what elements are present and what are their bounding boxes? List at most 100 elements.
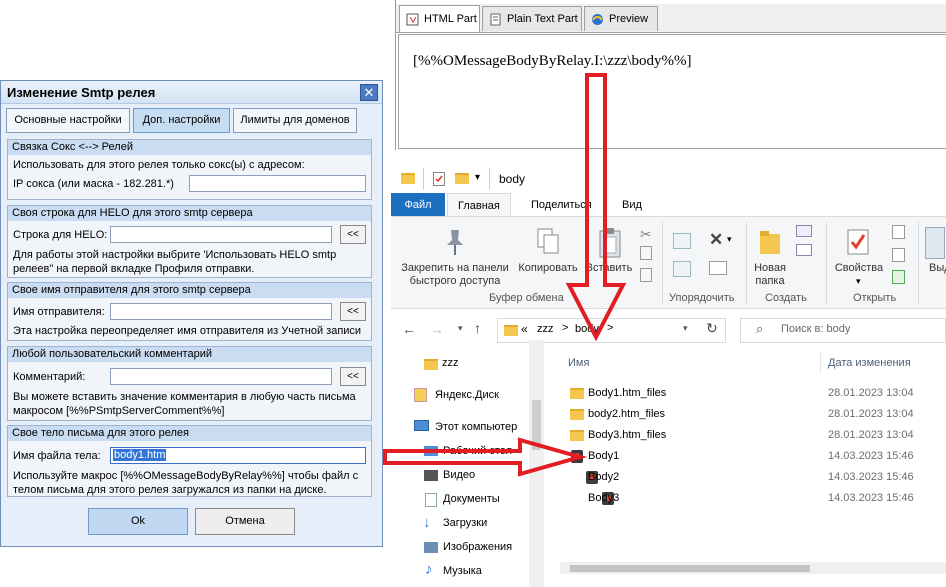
folder-icon — [570, 409, 584, 420]
tab-domain-limits[interactable]: Лимиты для доменов — [233, 108, 357, 133]
new-folder-qat-icon[interactable] — [455, 173, 469, 184]
tab-basic-settings[interactable]: Основные настройки — [6, 108, 130, 133]
nav-item-this-pc[interactable]: Этот компьютер — [435, 421, 517, 433]
address-dropdown-icon[interactable]: ▾ — [683, 323, 688, 334]
breadcrumb-zzz[interactable]: zzz — [537, 323, 554, 335]
move-to-icon[interactable] — [673, 233, 691, 249]
pin-button[interactable]: Закрепить на панели быстрого доступа — [396, 262, 514, 288]
file-name[interactable]: body2.htm_files — [588, 408, 665, 420]
select-button[interactable]: Выд — [929, 262, 946, 275]
refresh-icon[interactable]: ↻ — [706, 320, 718, 337]
tab-preview[interactable]: Preview — [584, 6, 658, 31]
cancel-button[interactable]: Отмена — [195, 508, 295, 535]
helo-hint-line1: Для работы этой настройки выбрите 'Испол… — [13, 249, 337, 261]
paste-button[interactable]: Вставить — [583, 262, 635, 275]
socks-label: IP сокса (или маска - 182.281.*) — [13, 178, 174, 190]
nav-item-downloads[interactable]: Загрузки — [443, 517, 487, 529]
tab-html-part[interactable]: HTML Part — [399, 5, 480, 32]
tab-file[interactable]: Файл — [391, 193, 445, 217]
close-button[interactable]: ✕ — [360, 84, 378, 101]
group-title: Своя строка для HELO для этого smtp серв… — [8, 206, 371, 221]
new-folder-line1: Новая — [754, 262, 786, 274]
editor-content: [%%OMessageBodyByRelay.I:\zzz\body%%] — [413, 53, 692, 69]
file-name[interactable]: Body3.htm_files — [588, 429, 666, 441]
comment-input[interactable] — [110, 368, 332, 385]
edit-icon[interactable] — [892, 248, 905, 262]
tab-plain-text-part[interactable]: Plain Text Part — [482, 6, 582, 31]
dialog-title: Изменение Smtp релея — [7, 85, 156, 100]
properties-icon — [846, 228, 870, 259]
up-icon[interactable]: ↑ — [474, 320, 481, 336]
nav-scrollbar-thumb[interactable] — [532, 400, 541, 450]
file-name[interactable]: Body1.htm_files — [588, 387, 666, 399]
tab-view[interactable]: Вид — [622, 193, 642, 217]
file-date: 28.01.2023 13:04 — [828, 408, 914, 420]
file-date: 14.03.2023 15:46 — [828, 471, 914, 483]
nav-item-videos[interactable]: Видео — [443, 469, 475, 481]
copy-button[interactable]: Копировать — [516, 262, 580, 275]
recent-chevron-icon[interactable]: ▾ — [458, 323, 463, 334]
nav-item-documents[interactable]: Документы — [443, 493, 500, 505]
address-overflow[interactable]: « — [521, 322, 528, 336]
group-organize: Упорядочить — [669, 292, 735, 304]
rename-icon[interactable] — [709, 261, 727, 275]
paste-shortcut-icon[interactable] — [640, 268, 652, 282]
group-clipboard: Буфер обмена — [489, 292, 564, 304]
group-title: Свое имя отправителя для этого smtp серв… — [8, 283, 371, 298]
tab-extra-settings[interactable]: Доп. настройки — [133, 108, 230, 133]
forward-icon[interactable]: → — [430, 321, 444, 337]
sender-name-input[interactable] — [110, 303, 332, 320]
helo-insert-button[interactable]: << — [340, 225, 366, 244]
qat-dropdown-icon[interactable]: ▾ — [475, 172, 480, 183]
ok-button[interactable]: Ok — [88, 508, 188, 535]
back-icon[interactable]: ← — [402, 321, 416, 337]
breadcrumb-body[interactable]: body — [575, 323, 599, 335]
new-folder-line2: папка — [755, 275, 785, 287]
properties-button[interactable]: Свойства — [832, 262, 886, 275]
nav-item-desktop[interactable]: Рабочий стол — [443, 445, 512, 457]
folder-icon — [570, 430, 584, 441]
file-date: 28.01.2023 13:04 — [828, 429, 914, 441]
comment-hint-line2: макросом [%%PSmtpServerComment%%] — [13, 405, 225, 417]
file-date: 28.01.2023 13:04 — [828, 387, 914, 399]
tab-home[interactable]: Главная — [447, 193, 511, 217]
nav-item-pictures[interactable]: Изображения — [443, 541, 512, 553]
music-icon: ♪ — [425, 561, 433, 578]
computer-icon — [414, 420, 429, 431]
tab-share[interactable]: Поделиться — [531, 193, 592, 217]
body-file-input[interactable]: body1.htm — [110, 447, 366, 464]
new-folder-button[interactable]: Новая папка — [749, 262, 791, 288]
file-name[interactable]: Body3 — [588, 492, 619, 504]
tab-label: Plain Text Part — [507, 13, 578, 25]
paste-icon — [597, 227, 623, 262]
comment-hint-line1: Вы можете вставить значение комментария … — [13, 391, 356, 403]
file-list-hscrollbar-thumb[interactable] — [570, 565, 810, 572]
chevron-down-icon: ▾ — [856, 276, 861, 286]
file-name[interactable]: Body2 — [588, 471, 619, 483]
cut-icon[interactable]: ✂ — [640, 226, 652, 243]
new-item-icon[interactable] — [796, 225, 812, 237]
file-date: 14.03.2023 15:46 — [828, 450, 914, 462]
comment-insert-button[interactable]: << — [340, 367, 366, 386]
html-editor-area[interactable] — [398, 34, 946, 149]
copy-to-icon[interactable] — [673, 261, 691, 277]
yandex-disk-icon — [414, 388, 427, 402]
sender-insert-button[interactable]: << — [340, 302, 366, 321]
copy-path-icon[interactable] — [640, 246, 652, 260]
nav-item-yandex-disk[interactable]: Яндекс.Диск — [435, 389, 499, 401]
breadcrumb-separator: > — [562, 322, 569, 334]
open-icon[interactable] — [892, 225, 905, 239]
properties-qat-icon[interactable] — [433, 172, 445, 186]
socks-ip-input[interactable] — [189, 175, 366, 192]
helo-input[interactable] — [110, 226, 332, 243]
video-icon — [424, 470, 438, 481]
nav-item-zzz[interactable]: zzz — [442, 357, 459, 369]
history-icon[interactable] — [892, 270, 905, 284]
easy-access-icon[interactable] — [796, 244, 812, 256]
delete-icon[interactable]: ✕ — [709, 230, 723, 250]
column-name[interactable]: Имя — [568, 357, 589, 369]
nav-scrollbar[interactable] — [529, 340, 544, 587]
file-name[interactable]: Body1 — [588, 450, 619, 462]
column-date-modified[interactable]: Дата изменения — [828, 357, 911, 369]
nav-item-music[interactable]: Музыка — [443, 565, 482, 577]
